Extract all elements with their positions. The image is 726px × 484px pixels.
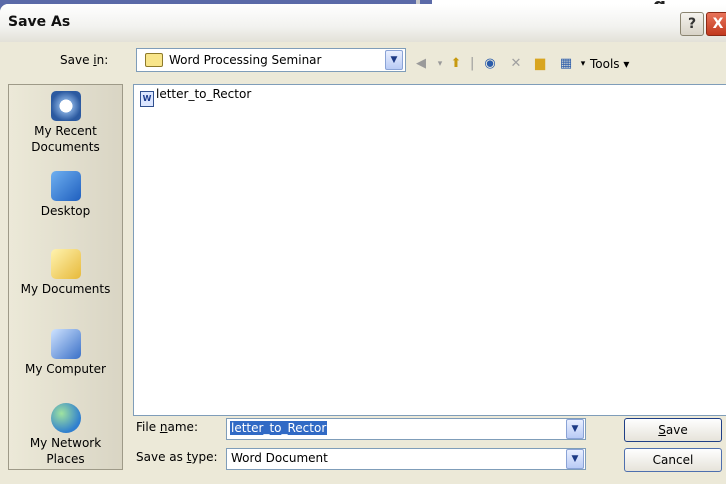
save-in-label: Save in: (60, 53, 109, 67)
new-folder-icon[interactable]: ▆ (530, 54, 550, 74)
chevron-down-icon[interactable]: ▼ (566, 419, 584, 439)
network-places-icon (50, 403, 81, 433)
word-document-icon: W (140, 91, 154, 107)
save-as-type-dropdown[interactable]: Word Document ▼ (226, 448, 586, 470)
save-button[interactable]: Save (624, 418, 722, 442)
search-web-icon[interactable]: ◉ (480, 54, 500, 74)
tools-label: Tools (590, 57, 620, 71)
back-icon[interactable]: ◀ (412, 54, 430, 74)
file-list[interactable]: Wletter_to_Rector (133, 84, 726, 416)
help-button[interactable]: ? (680, 12, 704, 36)
title-bar: Save As ? X (0, 4, 726, 42)
place-my-computer[interactable]: My Computer (9, 329, 122, 377)
cancel-button[interactable]: Cancel (624, 448, 722, 472)
my-documents-icon (50, 249, 81, 279)
save-as-type-label: Save as type: (136, 450, 218, 464)
up-one-level-icon[interactable]: ⬆ (446, 54, 466, 74)
back-dropdown-icon[interactable]: ▾ (436, 54, 444, 74)
delete-icon[interactable]: ✕ (506, 54, 526, 74)
my-computer-icon (50, 329, 81, 359)
dialog-title: Save As (8, 14, 71, 30)
views-icon[interactable]: ▦ (556, 54, 576, 74)
place-my-documents[interactable]: My Documents (9, 249, 122, 297)
toolbar-separator: | (470, 56, 475, 71)
save-in-dropdown[interactable]: Word Processing Seminar ▼ (136, 48, 406, 72)
chevron-down-icon[interactable]: ▼ (566, 449, 584, 469)
views-dropdown-icon[interactable]: ▾ (578, 54, 588, 74)
place-my-network-places[interactable]: My Network Places (9, 403, 122, 467)
folder-icon (145, 53, 163, 67)
save-as-dialog: Save As ? X Save in: Word Processing Sem… (0, 4, 726, 484)
desktop-icon (50, 171, 81, 201)
file-name-field[interactable]: letter_to_Rector ▼ (226, 418, 586, 440)
save-as-type-value: Word Document (231, 451, 328, 465)
place-desktop[interactable]: Desktop (9, 171, 122, 219)
tools-menu[interactable]: Tools ▾ (590, 54, 650, 74)
file-name-value: letter_to_Rector (230, 421, 328, 435)
save-in-value: Word Processing Seminar (169, 53, 322, 67)
chevron-down-icon[interactable]: ▼ (385, 50, 403, 70)
list-item[interactable]: Wletter_to_Rector (140, 87, 251, 107)
places-bar: My Recent Documents Desktop My Documents… (8, 84, 123, 470)
file-name-label: File name: (136, 420, 198, 434)
close-button[interactable]: X (706, 12, 726, 36)
place-my-recent-documents[interactable]: My Recent Documents (9, 91, 122, 155)
recent-documents-icon (50, 91, 81, 121)
